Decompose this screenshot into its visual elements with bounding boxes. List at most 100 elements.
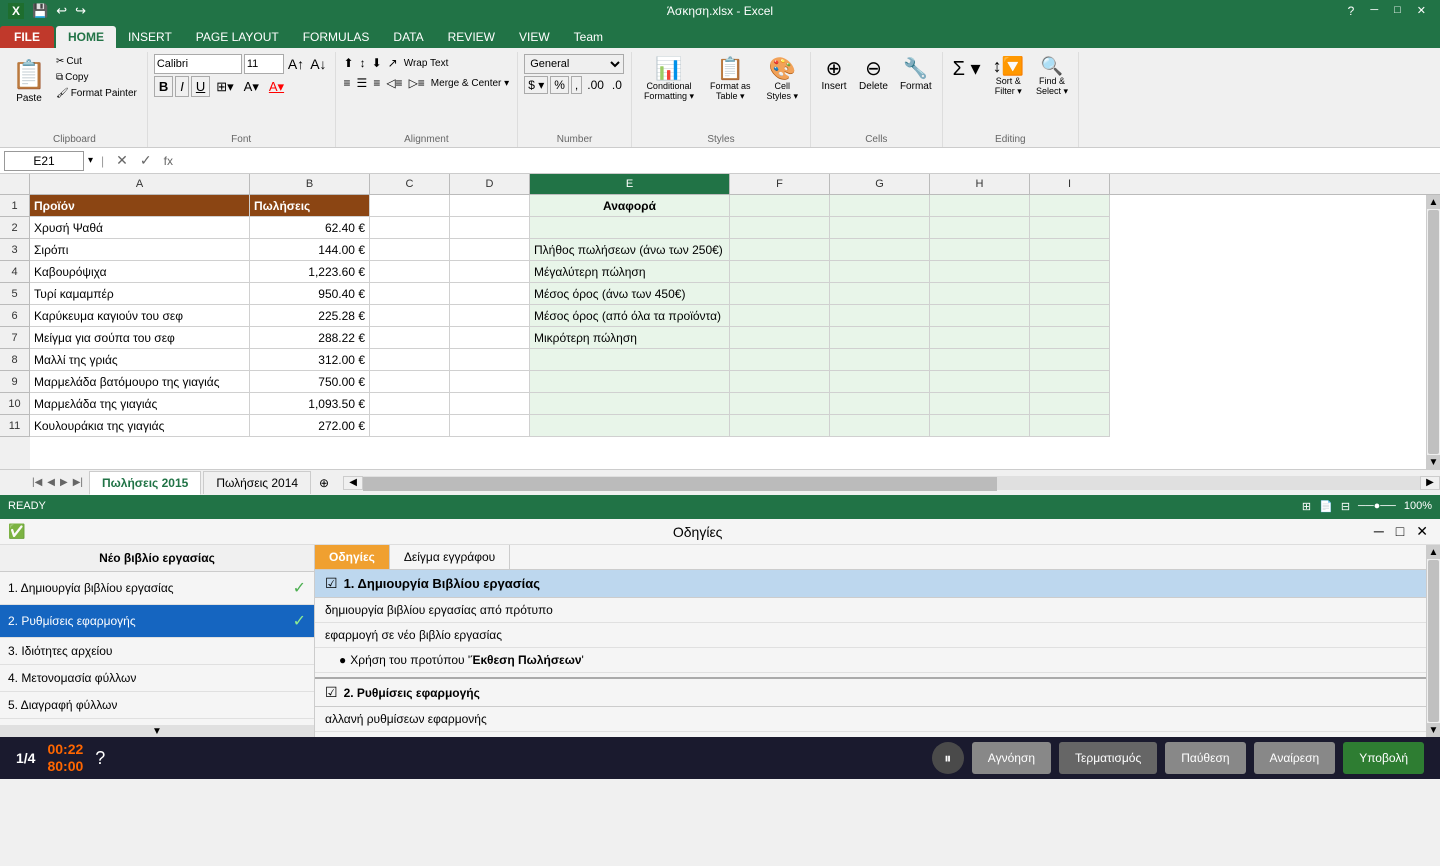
border-button[interactable]: ⊞▾ bbox=[212, 77, 237, 97]
cell-f3[interactable] bbox=[730, 239, 830, 261]
font-shrink-button[interactable]: A↓ bbox=[308, 56, 328, 72]
tab-formulas[interactable]: FORMULAS bbox=[291, 26, 382, 48]
name-box-expand[interactable]: ▾ bbox=[88, 155, 93, 166]
cell-a4[interactable]: Καβουρόψιχα bbox=[30, 261, 250, 283]
cell-c5[interactable] bbox=[370, 283, 450, 305]
cell-f2[interactable] bbox=[730, 217, 830, 239]
cell-f1[interactable] bbox=[730, 195, 830, 217]
row-header-3[interactable]: 3 bbox=[0, 239, 30, 261]
undo-button[interactable]: Αναίρεση bbox=[1254, 742, 1336, 774]
cell-c7[interactable] bbox=[370, 327, 450, 349]
panel-close-button[interactable]: ✕ bbox=[1412, 523, 1432, 540]
insert-button[interactable]: ⊕ Insert bbox=[817, 54, 851, 94]
restore-button[interactable]: □ bbox=[1388, 4, 1407, 18]
cell-styles-button[interactable]: 🎨 CellStyles ▾ bbox=[761, 54, 805, 104]
cell-f9[interactable] bbox=[730, 371, 830, 393]
paste-button[interactable]: 📋 Paste bbox=[8, 54, 50, 108]
cell-i11[interactable] bbox=[1030, 415, 1110, 437]
cell-c6[interactable] bbox=[370, 305, 450, 327]
cell-g5[interactable] bbox=[830, 283, 930, 305]
tab-insert[interactable]: INSERT bbox=[116, 26, 184, 48]
cell-h3[interactable] bbox=[930, 239, 1030, 261]
cell-a7[interactable]: Μείγμα για σούπα του σεφ bbox=[30, 327, 250, 349]
task-item-1[interactable]: 1. Δημιουργία βιβλίου εργασίας ✓ bbox=[0, 572, 314, 605]
increase-decimal-button[interactable]: .00 bbox=[584, 77, 607, 93]
find-select-button[interactable]: 🔍 Find &Select ▾ bbox=[1032, 54, 1072, 99]
cell-g11[interactable] bbox=[830, 415, 930, 437]
cell-b4[interactable]: 1,223.60 € bbox=[250, 261, 370, 283]
row-header-4[interactable]: 4 bbox=[0, 261, 30, 283]
decrease-decimal-button[interactable]: .0 bbox=[609, 77, 625, 93]
format-painter-button[interactable]: 🖌Format Painter bbox=[52, 86, 141, 101]
col-header-e[interactable]: E bbox=[530, 174, 730, 194]
cell-h6[interactable] bbox=[930, 305, 1030, 327]
panel-minimize-button[interactable]: ─ bbox=[1370, 523, 1388, 540]
cell-a9[interactable]: Μαρμελάδα βατόμουρο της γιαγιάς bbox=[30, 371, 250, 393]
cell-h5[interactable] bbox=[930, 283, 1030, 305]
help-icon[interactable]: ? bbox=[1342, 4, 1361, 18]
cell-c11[interactable] bbox=[370, 415, 450, 437]
cell-g6[interactable] bbox=[830, 305, 930, 327]
col-header-c[interactable]: C bbox=[370, 174, 450, 194]
task-item-3[interactable]: 3. Ιδιότητες αρχείου bbox=[0, 638, 314, 665]
page-break-view-button[interactable]: ⊟ bbox=[1341, 500, 1350, 513]
bold-button[interactable]: B bbox=[154, 76, 173, 97]
font-grow-button[interactable]: A↑ bbox=[286, 56, 306, 72]
tab-data[interactable]: DATA bbox=[381, 26, 435, 48]
cell-g1[interactable] bbox=[830, 195, 930, 217]
cell-g3[interactable] bbox=[830, 239, 930, 261]
quick-access-save[interactable]: 💾 bbox=[32, 3, 48, 19]
cell-b10[interactable]: 1,093.50 € bbox=[250, 393, 370, 415]
delete-button[interactable]: ⊖ Delete bbox=[855, 54, 892, 94]
cell-b6[interactable]: 225.28 € bbox=[250, 305, 370, 327]
cell-f10[interactable] bbox=[730, 393, 830, 415]
cell-c9[interactable] bbox=[370, 371, 450, 393]
row-header-7[interactable]: 7 bbox=[0, 327, 30, 349]
col-header-i[interactable]: I bbox=[1030, 174, 1110, 194]
add-sheet-button[interactable]: ⊕ bbox=[313, 474, 335, 492]
tab-home[interactable]: HOME bbox=[56, 26, 116, 48]
font-family-input[interactable] bbox=[154, 54, 242, 74]
cancel-input-icon[interactable]: ✕ bbox=[112, 152, 132, 169]
cell-i4[interactable] bbox=[1030, 261, 1110, 283]
cell-a3[interactable]: Σιρόπι bbox=[30, 239, 250, 261]
sheet-nav-last[interactable]: ▶| bbox=[71, 475, 85, 490]
panel-restore-button[interactable]: □ bbox=[1392, 523, 1408, 540]
cell-b7[interactable]: 288.22 € bbox=[250, 327, 370, 349]
cell-a6[interactable]: Καρύκευμα καγιούν του σεφ bbox=[30, 305, 250, 327]
cell-c1[interactable] bbox=[370, 195, 450, 217]
format-as-table-button[interactable]: 📋 Format asTable ▾ bbox=[704, 54, 757, 104]
increase-indent-button[interactable]: ▷≡ bbox=[407, 74, 427, 92]
cell-d2[interactable] bbox=[450, 217, 530, 239]
ignore-button[interactable]: Αγνόηση bbox=[972, 742, 1051, 774]
pause-button[interactable]: ⏸ bbox=[932, 742, 964, 774]
cell-i5[interactable] bbox=[1030, 283, 1110, 305]
format-button[interactable]: 🔧 Format bbox=[896, 54, 936, 94]
cell-d6[interactable] bbox=[450, 305, 530, 327]
cell-i1[interactable] bbox=[1030, 195, 1110, 217]
row-header-9[interactable]: 9 bbox=[0, 371, 30, 393]
align-middle-button[interactable]: ↕ bbox=[358, 54, 368, 72]
row-header-5[interactable]: 5 bbox=[0, 283, 30, 305]
cell-d4[interactable] bbox=[450, 261, 530, 283]
font-color-button[interactable]: A▾ bbox=[265, 77, 288, 97]
cell-c10[interactable] bbox=[370, 393, 450, 415]
cell-b5[interactable]: 950.40 € bbox=[250, 283, 370, 305]
cell-e3[interactable]: Πλήθος πωλήσεων (άνω των 250€) bbox=[530, 239, 730, 261]
vertical-scrollbar[interactable]: ▲ ▼ bbox=[1426, 195, 1440, 469]
confirm-input-icon[interactable]: ✓ bbox=[136, 152, 156, 169]
align-bottom-button[interactable]: ⬇ bbox=[370, 54, 384, 72]
percent-button[interactable]: % bbox=[550, 76, 569, 94]
cell-d1[interactable] bbox=[450, 195, 530, 217]
content-scrollbar[interactable]: ▲ ▼ bbox=[1426, 545, 1440, 737]
quick-access-undo[interactable]: ↩ bbox=[56, 3, 67, 19]
fill-color-button[interactable]: A▾ bbox=[240, 77, 263, 97]
cell-g7[interactable] bbox=[830, 327, 930, 349]
help-button[interactable]: ? bbox=[95, 748, 105, 769]
sheet-nav-first[interactable]: |◀ bbox=[30, 475, 44, 490]
cell-e6[interactable]: Μέσος όρος (από όλα τα προϊόντα) bbox=[530, 305, 730, 327]
sort-filter-button[interactable]: ↕🔽 Sort &Filter ▾ bbox=[989, 54, 1028, 99]
cell-b2[interactable]: 62.40 € bbox=[250, 217, 370, 239]
number-format-select[interactable]: General bbox=[524, 54, 624, 74]
formula-input[interactable] bbox=[181, 154, 1436, 168]
